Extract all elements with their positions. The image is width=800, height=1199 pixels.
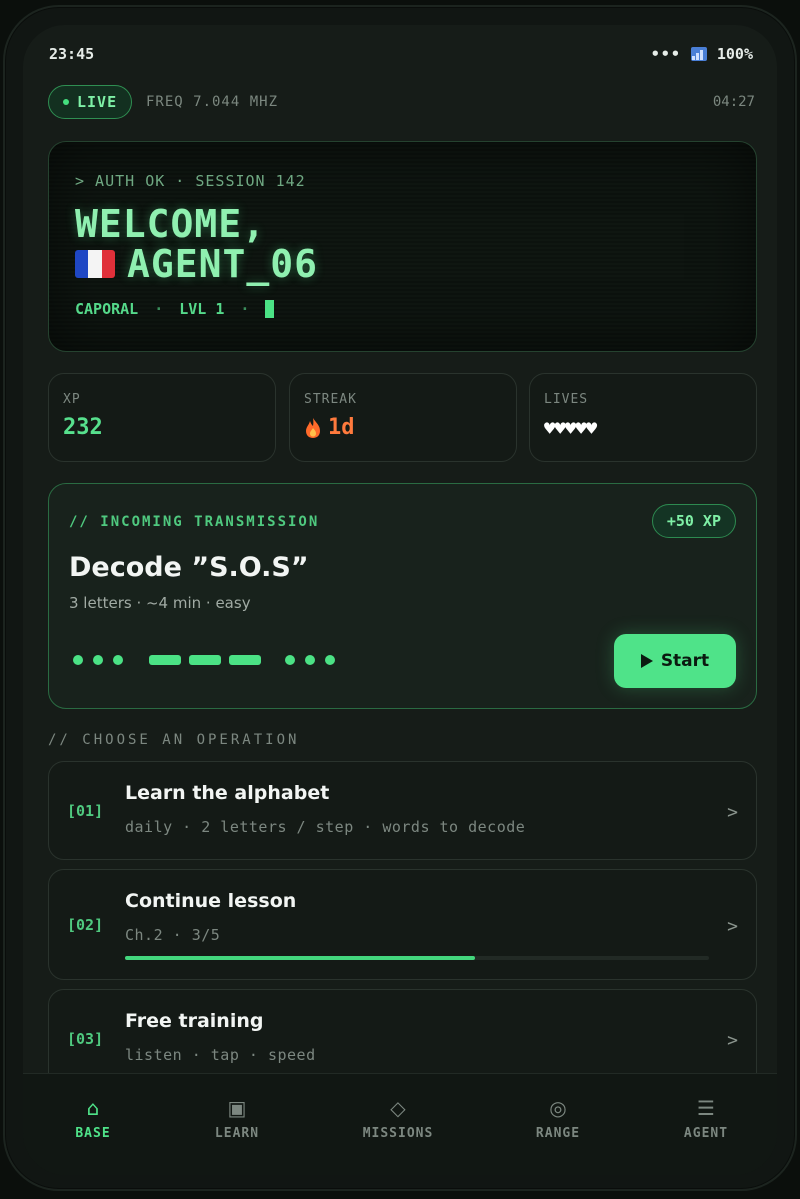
morse-dot (325, 655, 335, 665)
auth-status: > AUTH OK · SESSION 142 (75, 172, 306, 190)
operation-continue-lesson[interactable]: [02] Continue lesson Ch.2 · 3/5 > (48, 869, 757, 980)
start-label: Start (660, 651, 710, 671)
chevron-right-icon: > (727, 1030, 738, 1051)
target-icon: ◎ (549, 1096, 567, 1120)
battery-level: 100% (716, 45, 753, 63)
lives-stat-card: LIVES ♥♥♥♥♥ (529, 373, 757, 462)
nav-agent[interactable]: ☰ AGENT (646, 1096, 766, 1141)
start-button[interactable]: Start (614, 634, 736, 688)
status-bar: 23:45 ••• 100% (23, 25, 777, 77)
lesson-progress-fill (125, 956, 476, 960)
more-dots-icon: ••• (650, 45, 681, 63)
nav-learn[interactable]: ▣ LEARN (177, 1096, 297, 1141)
section-label: // CHOOSE AN OPERATION (48, 732, 300, 748)
live-dot-icon (63, 99, 69, 105)
session-clock: 04:27 (712, 94, 755, 110)
flame-icon (306, 417, 320, 438)
france-flag-icon (75, 250, 115, 278)
nav-label: LEARN (214, 1126, 260, 1141)
operation-subtitle: listen · tap · speed (125, 1046, 316, 1064)
morse-dash (189, 655, 221, 665)
welcome-panel: > AUTH OK · SESSION 142 WELCOME, AGENT_0… (48, 141, 757, 352)
bottom-nav: ⌂ BASE ▣ LEARN ◇ MISSIONS ◎ RANGE ☰ AGEN… (23, 1073, 777, 1175)
transmission-heading: Decode ”S.O.S” (69, 552, 309, 583)
operation-title: Learn the alphabet (125, 782, 330, 804)
welcome-heading: WELCOME, (75, 202, 267, 246)
xp-stat-card: XP 232 (48, 373, 276, 462)
morse-dash (229, 655, 261, 665)
streak-row: 1d (304, 415, 355, 440)
book-icon: ▣ (227, 1096, 247, 1120)
nav-label: BASE (75, 1126, 111, 1141)
morse-dot (113, 655, 123, 665)
operation-title: Continue lesson (125, 890, 297, 912)
streak-label: STREAK (304, 392, 357, 407)
streak-stat-card: STREAK 1d (289, 373, 517, 462)
live-badge[interactable]: LIVE (48, 85, 133, 119)
incoming-transmission-card: // INCOMING TRANSMISSION +50 XP Decode ”… (48, 483, 757, 709)
frequency-readout: FREQ 7.044 MHZ (146, 94, 279, 110)
morse-dot (285, 655, 295, 665)
operation-subtitle: daily · 2 letters / step · words to deco… (125, 818, 526, 836)
rank-row: CAPORAL · LVL 1 · (75, 300, 275, 318)
level-label: LVL 1 (179, 300, 225, 318)
nav-label: RANGE (535, 1126, 581, 1141)
nav-range[interactable]: ◎ RANGE (498, 1096, 618, 1141)
transmission-title: // INCOMING TRANSMISSION (69, 514, 320, 530)
morse-code-display (73, 655, 345, 665)
rank-label: CAPORAL (75, 300, 139, 318)
separator: · (154, 300, 164, 318)
play-icon (640, 654, 653, 668)
lesson-progress-bar (125, 956, 709, 960)
agent-row: AGENT_06 (75, 242, 318, 286)
signal-icon (690, 47, 707, 61)
diamond-icon: ◇ (390, 1096, 406, 1120)
status-time: 23:45 (49, 45, 95, 63)
screen: 23:45 ••• 100% LIVE FREQ 7.044 MHZ 04:27… (23, 25, 777, 1175)
separator: · (240, 300, 250, 318)
operation-subtitle: Ch.2 · 3/5 (125, 926, 221, 944)
xp-reward-badge: +50 XP (651, 504, 736, 538)
live-label: LIVE (77, 93, 118, 111)
operation-number: [03] (67, 1030, 104, 1048)
nav-label: AGENT (683, 1126, 729, 1141)
chevron-right-icon: > (727, 916, 738, 937)
streak-value: 1d (328, 415, 355, 440)
nav-missions[interactable]: ◇ MISSIONS (338, 1096, 458, 1141)
operation-number: [01] (67, 802, 104, 820)
xp-value: 232 (63, 415, 103, 440)
lives-label: LIVES (544, 392, 589, 407)
operation-title: Free training (125, 1010, 264, 1032)
status-indicators: ••• 100% (651, 45, 753, 63)
operation-number: [02] (67, 916, 104, 934)
cursor-icon (265, 300, 275, 318)
device-frame: 23:45 ••• 100% LIVE FREQ 7.044 MHZ 04:27… (3, 5, 797, 1191)
nav-base[interactable]: ⌂ BASE (33, 1096, 153, 1141)
operation-learn-alphabet[interactable]: [01] Learn the alphabet daily · 2 letter… (48, 761, 757, 860)
morse-dot (305, 655, 315, 665)
morse-dash (149, 655, 181, 665)
chevron-right-icon: > (727, 802, 738, 823)
morse-dot (93, 655, 103, 665)
morse-dot (73, 655, 83, 665)
transmission-meta: 3 letters · ~4 min · easy (69, 594, 251, 612)
menu-icon: ☰ (697, 1096, 715, 1120)
home-icon: ⌂ (86, 1096, 100, 1120)
agent-name: AGENT_06 (127, 242, 319, 286)
nav-label: MISSIONS (362, 1126, 434, 1141)
xp-label: XP (63, 392, 81, 407)
hearts-icon: ♥♥♥♥♥ (544, 418, 597, 440)
